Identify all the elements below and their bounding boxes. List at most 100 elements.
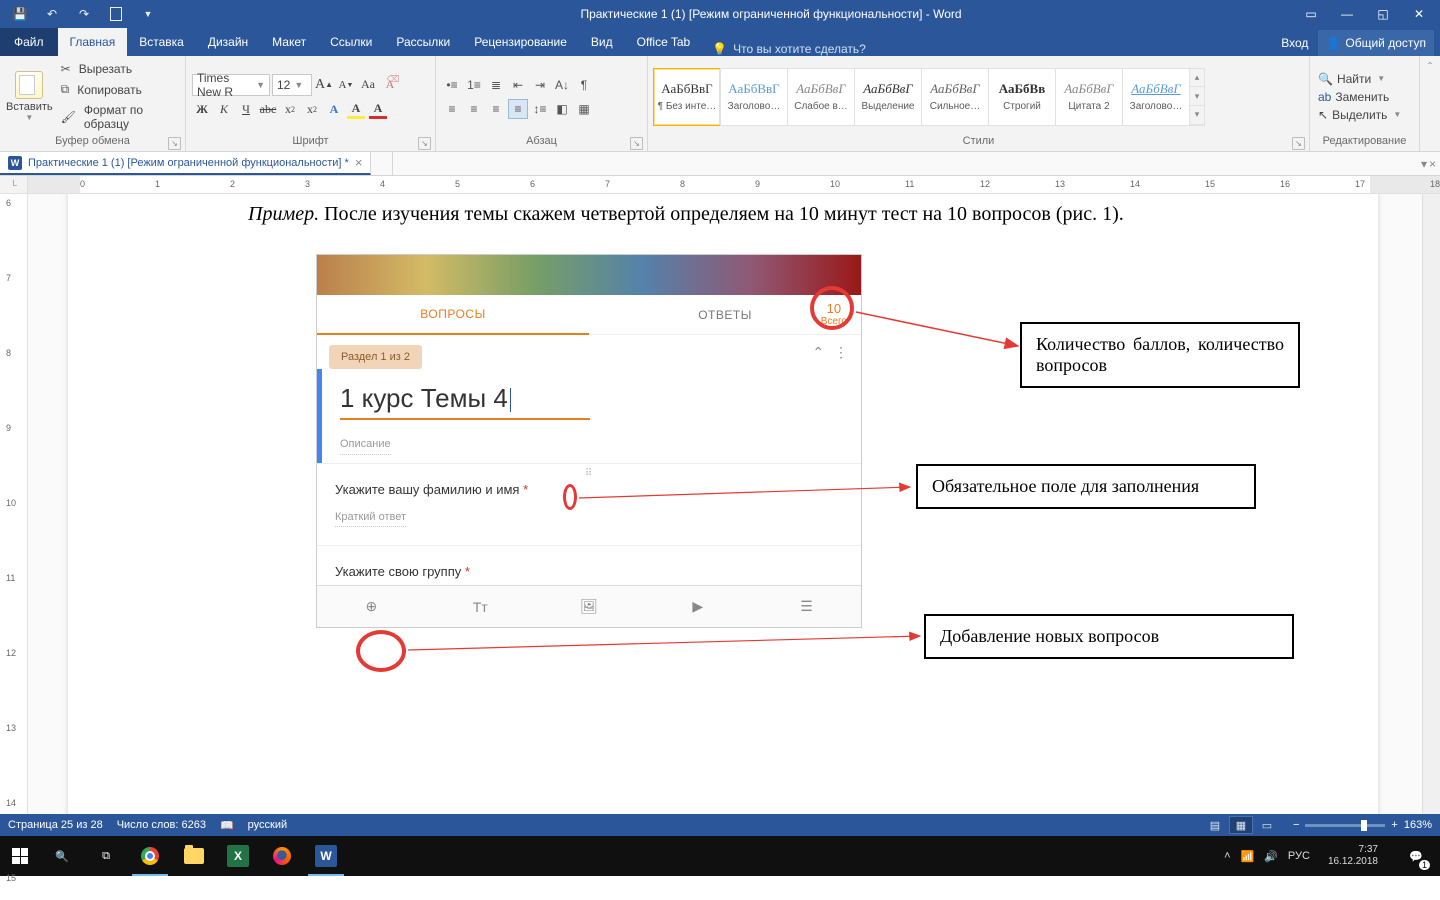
find-button[interactable]: 🔍Найти▼ [1316, 71, 1403, 87]
redo-icon[interactable]: ↷ [70, 2, 98, 26]
style-item[interactable]: АаБбВвГЗаголово… [1122, 68, 1190, 126]
word-taskbar-button[interactable]: W [304, 836, 348, 876]
align-center-button[interactable]: ≡ [464, 99, 484, 119]
maximize-icon[interactable]: ◱ [1366, 2, 1400, 26]
subscript-button[interactable]: x2 [280, 100, 300, 120]
tab-design[interactable]: Дизайн [196, 28, 260, 56]
dialog-launcher-icon[interactable]: ↘ [168, 137, 181, 150]
excel-taskbar-button[interactable]: X [216, 836, 260, 876]
underline-button[interactable]: Ч [236, 100, 256, 120]
firefox-taskbar-button[interactable] [260, 836, 304, 876]
tab-layout[interactable]: Макет [260, 28, 318, 56]
tab-home[interactable]: Главная [58, 28, 128, 56]
tab-mailings[interactable]: Рассылки [384, 28, 462, 56]
decrease-indent-button[interactable]: ⇤ [508, 75, 528, 95]
tabstrip-menu-icon[interactable]: ▾ [1421, 157, 1427, 171]
shrink-font-button[interactable]: A▼ [336, 75, 356, 95]
increase-indent-button[interactable]: ⇥ [530, 75, 550, 95]
style-item[interactable]: АаБбВвГЗаголово… [720, 68, 788, 126]
document-canvas[interactable]: Пример. После изучения темы скажем четве… [28, 194, 1422, 814]
dialog-launcher-icon[interactable]: ↘ [418, 137, 431, 150]
style-item[interactable]: АаБбВвГ¶ Без инте… [653, 68, 721, 126]
zoom-out-icon[interactable]: − [1293, 819, 1299, 831]
web-layout-button[interactable]: ▭ [1255, 816, 1279, 834]
zoom-value[interactable]: 163% [1404, 819, 1432, 831]
clock[interactable]: 7:37 16.12.2018 [1320, 844, 1386, 868]
body-text[interactable]: Пример. После изучения темы скажем четве… [248, 199, 1308, 229]
chrome-taskbar-button[interactable] [128, 836, 172, 876]
dialog-launcher-icon[interactable]: ↘ [630, 137, 643, 150]
text-effects-button[interactable]: A [324, 100, 344, 120]
strike-button[interactable]: abc [258, 100, 278, 120]
cut-button[interactable]: Вырезать [57, 60, 179, 78]
tell-me-search[interactable]: 💡 Что вы хотите сделать? [702, 42, 876, 56]
highlight-button[interactable]: A [346, 100, 366, 120]
tray-chevron-icon[interactable]: ˄ [1224, 850, 1230, 862]
signin-button[interactable]: Вход [1273, 30, 1316, 56]
clear-formatting-button[interactable]: A⌫ [380, 75, 400, 95]
numbering-button[interactable]: 1≡ [464, 75, 484, 95]
line-spacing-button[interactable]: ↕≡ [530, 99, 550, 119]
file-tab[interactable]: Файл [0, 28, 58, 56]
styles-gallery[interactable]: АаБбВвГ¶ Без инте…АаБбВвГЗаголово…АаБбВв… [654, 68, 1205, 126]
share-button[interactable]: 👤 Общий доступ [1318, 30, 1434, 56]
style-item[interactable]: АаБбВвСтрогий [988, 68, 1056, 126]
dialog-launcher-icon[interactable]: ↘ [1292, 137, 1305, 150]
superscript-button[interactable]: x2 [302, 100, 322, 120]
copy-button[interactable]: Копировать [57, 80, 179, 99]
network-icon[interactable]: 📶 [1241, 850, 1255, 863]
style-item[interactable]: АаБбВвГСильное… [921, 68, 989, 126]
format-painter-button[interactable]: Формат по образцу [57, 101, 179, 133]
document-tab[interactable]: W Практические 1 (1) [Режим ограниченной… [0, 152, 371, 175]
new-doc-icon[interactable] [110, 7, 122, 21]
align-right-button[interactable]: ≡ [486, 99, 506, 119]
bullets-button[interactable]: •≡ [442, 75, 462, 95]
show-marks-button[interactable]: ¶ [574, 75, 594, 95]
vertical-ruler[interactable]: 678910111213141516171819202122232425 [0, 194, 28, 814]
spellcheck-icon[interactable]: 📖 [220, 819, 234, 832]
language-indicator[interactable]: русский [248, 819, 287, 831]
close-tab-icon[interactable]: × [355, 155, 363, 170]
close-icon[interactable]: ✕ [1402, 2, 1436, 26]
zoom-slider[interactable] [1305, 824, 1385, 827]
multilevel-button[interactable]: ≣ [486, 75, 506, 95]
font-name-combo[interactable]: Times New R▼ [192, 74, 270, 96]
italic-button[interactable]: К [214, 100, 234, 120]
tab-references[interactable]: Ссылки [318, 28, 384, 56]
undo-icon[interactable]: ↶ [38, 2, 66, 26]
explorer-taskbar-button[interactable] [172, 836, 216, 876]
change-case-button[interactable]: Aa [358, 75, 378, 95]
tab-officetab[interactable]: Office Tab [625, 28, 703, 56]
tab-view[interactable]: Вид [579, 28, 625, 56]
tabstrip-close-icon[interactable]: × [1429, 157, 1436, 171]
ribbon-options-icon[interactable]: ▭ [1294, 2, 1328, 26]
action-center-button[interactable]: 💬1 [1396, 836, 1436, 876]
sort-button[interactable]: A↓ [552, 75, 572, 95]
volume-icon[interactable]: 🔊 [1264, 850, 1278, 863]
tab-selector[interactable]: └ [0, 176, 28, 193]
shading-button[interactable]: ◧ [552, 99, 572, 119]
bold-button[interactable]: Ж [192, 100, 212, 120]
task-view-button[interactable]: ⧉ [84, 836, 128, 876]
horizontal-ruler[interactable]: └ 01234567891011121314151617181920 [0, 176, 1440, 194]
collapse-ribbon-button[interactable]: ˆ [1420, 56, 1440, 151]
styles-more-button[interactable]: ▴▾▾ [1189, 68, 1205, 126]
start-button[interactable] [0, 836, 40, 876]
replace-button[interactable]: abЗаменить [1316, 89, 1403, 105]
vertical-scrollbar[interactable] [1422, 194, 1440, 814]
print-layout-button[interactable]: ▦ [1229, 816, 1253, 834]
read-mode-button[interactable]: ▤ [1203, 816, 1227, 834]
justify-button[interactable]: ≡ [508, 99, 528, 119]
tab-insert[interactable]: Вставка [127, 28, 196, 56]
paste-button[interactable]: Вставить ▼ [6, 71, 53, 122]
select-button[interactable]: ↖Выделить▼ [1316, 107, 1403, 123]
qat-customize-icon[interactable]: ▼ [134, 2, 162, 26]
grow-font-button[interactable]: A▲ [314, 75, 334, 95]
font-color-button[interactable]: A [368, 100, 388, 120]
save-icon[interactable]: 💾 [6, 2, 34, 26]
style-item[interactable]: АаБбВвГВыделение [854, 68, 922, 126]
tab-review[interactable]: Рецензирование [462, 28, 579, 56]
align-left-button[interactable]: ≡ [442, 99, 462, 119]
minimize-icon[interactable]: — [1330, 2, 1364, 26]
zoom-in-icon[interactable]: + [1391, 819, 1397, 831]
